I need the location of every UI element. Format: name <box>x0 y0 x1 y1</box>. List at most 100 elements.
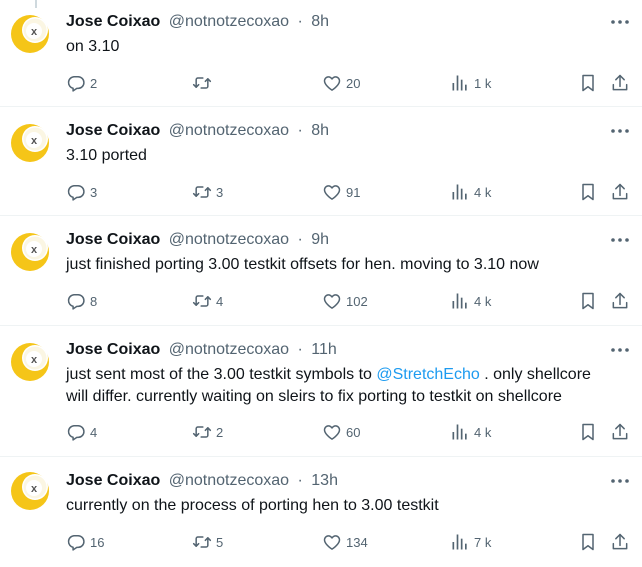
share-button[interactable] <box>610 531 630 553</box>
reply-button[interactable]: 2 <box>66 72 97 94</box>
views-button[interactable]: 4 k <box>450 290 491 312</box>
reply-button[interactable]: 4 <box>66 421 97 443</box>
bookmark-button[interactable] <box>578 181 598 203</box>
reply-icon <box>66 291 86 311</box>
timestamp[interactable]: 8h <box>311 13 329 30</box>
author-name[interactable]: Jose Coixao <box>66 341 160 358</box>
like-button[interactable]: 134 <box>322 531 368 553</box>
views-button[interactable]: 1 k <box>450 72 491 94</box>
reply-icon <box>66 422 86 442</box>
bookmark-button[interactable] <box>578 531 598 553</box>
reply-button[interactable]: 3 <box>66 181 97 203</box>
share-icon <box>610 182 630 202</box>
likes-count: 102 <box>346 293 368 309</box>
like-button[interactable]: 91 <box>322 181 360 203</box>
share-button[interactable] <box>610 421 630 443</box>
views-button[interactable]: 4 k <box>450 181 491 203</box>
tweet-text-line: just finished porting 3.00 testkit offse… <box>66 256 539 273</box>
author-name[interactable]: Jose Coixao <box>66 231 160 248</box>
share-button[interactable] <box>610 181 630 203</box>
tweet[interactable]: x Jose Coixao @notnotzecoxao · 11h just … <box>0 326 642 457</box>
more-options-icon[interactable] <box>610 12 630 32</box>
author-handle[interactable]: @notnotzecoxao <box>169 472 289 489</box>
views-button[interactable]: 4 k <box>450 421 491 443</box>
author-handle[interactable]: @notnotzecoxao <box>169 13 289 30</box>
bookmark-icon <box>578 291 598 311</box>
like-button[interactable]: 20 <box>322 72 360 94</box>
retweet-button[interactable]: 4 <box>192 290 223 312</box>
tweet-header: Jose Coixao @notnotzecoxao · 9h <box>66 230 329 250</box>
views-chart-icon <box>450 422 470 442</box>
retweet-button[interactable]: 3 <box>192 181 223 203</box>
share-button[interactable] <box>610 72 630 94</box>
share-button[interactable] <box>610 290 630 312</box>
author-handle[interactable]: @notnotzecoxao <box>169 122 289 139</box>
bookmark-button[interactable] <box>578 421 598 443</box>
author-name[interactable]: Jose Coixao <box>66 122 160 139</box>
separator-dot: · <box>297 472 303 489</box>
author-name[interactable]: Jose Coixao <box>66 13 160 30</box>
bookmark-icon <box>578 422 598 442</box>
heart-icon <box>322 532 342 552</box>
tweet-text: on 3.10 <box>66 36 626 58</box>
views-chart-icon <box>450 291 470 311</box>
avatar[interactable]: x <box>10 123 50 163</box>
retweet-button[interactable]: 2 <box>192 421 223 443</box>
svg-text:x: x <box>31 135 38 147</box>
heart-icon <box>322 291 342 311</box>
timestamp[interactable]: 8h <box>311 122 329 139</box>
bookmark-button[interactable] <box>578 72 598 94</box>
mention-link[interactable]: @StretchEcho <box>376 366 479 383</box>
views-count: 4 k <box>474 293 492 309</box>
tweet-header: Jose Coixao @notnotzecoxao · 13h <box>66 471 338 491</box>
author-handle[interactable]: @notnotzecoxao <box>169 231 289 248</box>
separator-dot: · <box>297 341 303 358</box>
retweets-count: 2 <box>216 424 224 440</box>
retweet-icon <box>192 182 212 202</box>
bookmark-button[interactable] <box>578 290 598 312</box>
tweet[interactable]: x Jose Coixao @notnotzecoxao · 9h just f… <box>0 216 642 326</box>
replies-count: 8 <box>90 293 98 309</box>
replies-count: 4 <box>90 424 98 440</box>
avatar[interactable]: x <box>10 14 50 54</box>
tweet[interactable]: x Jose Coixao @notnotzecoxao · 13h curre… <box>0 457 642 567</box>
tweet-text-segment: . only shellcore <box>479 366 591 383</box>
like-button[interactable]: 60 <box>322 421 360 443</box>
bookmark-icon <box>578 182 598 202</box>
timestamp[interactable]: 13h <box>311 472 338 489</box>
tweet-text-line: 3.10 ported <box>66 147 147 164</box>
more-options-icon[interactable] <box>610 340 630 360</box>
tweet[interactable]: x Jose Coixao @notnotzecoxao · 8h 3.10 p… <box>0 107 642 216</box>
author-name[interactable]: Jose Coixao <box>66 472 160 489</box>
share-icon <box>610 291 630 311</box>
tweet[interactable]: x Jose Coixao @notnotzecoxao · 8h on 3.1… <box>0 0 642 107</box>
timestamp[interactable]: 9h <box>311 231 329 248</box>
tweet-actions: 16 5 134 7 k <box>0 531 642 553</box>
heart-icon <box>322 182 342 202</box>
views-button[interactable]: 7 k <box>450 531 491 553</box>
reply-button[interactable]: 16 <box>66 531 104 553</box>
retweet-button[interactable]: 5 <box>192 531 223 553</box>
more-options-icon[interactable] <box>610 121 630 141</box>
retweet-button[interactable] <box>192 72 216 94</box>
more-options-icon[interactable] <box>610 230 630 250</box>
avatar[interactable]: x <box>10 342 50 382</box>
views-count: 1 k <box>474 75 492 91</box>
svg-text:x: x <box>31 26 38 38</box>
tweet-header: Jose Coixao @notnotzecoxao · 11h <box>66 340 337 360</box>
heart-icon <box>322 422 342 442</box>
avatar[interactable]: x <box>10 471 50 511</box>
retweets-count: 5 <box>216 534 224 550</box>
author-handle[interactable]: @notnotzecoxao <box>169 341 289 358</box>
svg-text:x: x <box>31 483 38 495</box>
likes-count: 60 <box>346 424 361 440</box>
separator-dot: · <box>297 231 303 248</box>
views-count: 4 k <box>474 184 492 200</box>
avatar[interactable]: x <box>10 232 50 272</box>
reply-button[interactable]: 8 <box>66 290 97 312</box>
timestamp[interactable]: 11h <box>311 341 337 358</box>
more-options-icon[interactable] <box>610 471 630 491</box>
retweet-icon <box>192 532 212 552</box>
reply-icon <box>66 73 86 93</box>
like-button[interactable]: 102 <box>322 290 368 312</box>
